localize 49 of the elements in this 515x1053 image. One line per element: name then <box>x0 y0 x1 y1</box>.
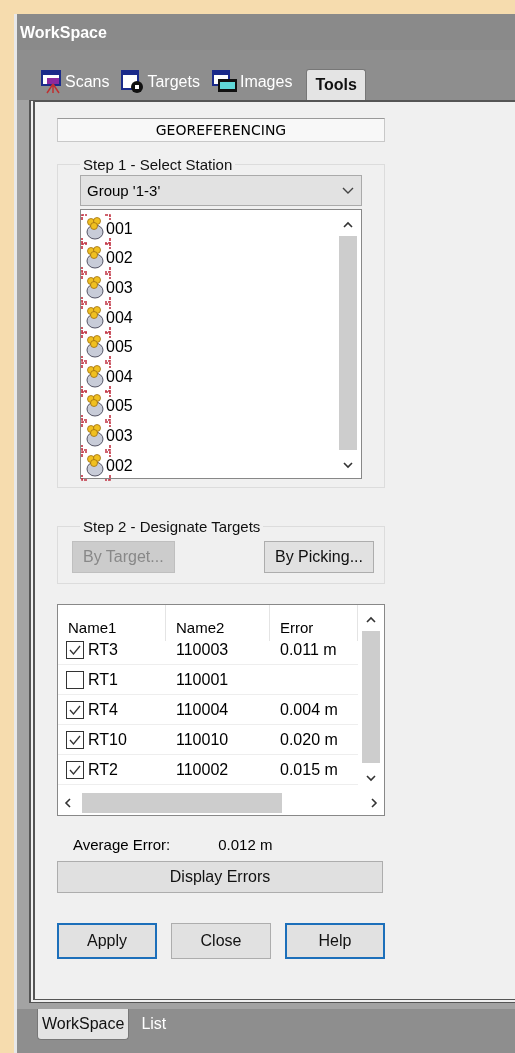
table-cell: RT2 <box>88 760 118 779</box>
group-dropdown[interactable]: Group '1-3' <box>80 175 362 206</box>
station-item[interactable]: 004 <box>106 308 133 327</box>
table-cell: RT1 <box>88 670 118 689</box>
group-title: Step 1 - Select Station <box>82 156 234 173</box>
table-cell: 0.020 m <box>280 730 338 749</box>
table-cell: 0.004 m <box>280 700 338 719</box>
average-error-value: 0.012 m <box>218 836 273 853</box>
scroll-right-icon[interactable] <box>368 796 380 810</box>
table-cell: RT3 <box>88 640 118 659</box>
window-title: WorkSpace <box>17 14 515 50</box>
station-item[interactable]: 001 <box>106 219 133 238</box>
chevron-icon <box>341 185 355 196</box>
dialog-button[interactable]: Close <box>171 923 271 959</box>
group-title: Step 2 - Designate Targets <box>82 518 262 535</box>
table-cell: RT10 <box>88 730 127 749</box>
checkbox[interactable] <box>66 700 84 719</box>
dialog-button[interactable]: Apply <box>57 923 157 959</box>
station-item[interactable]: 003 <box>106 279 133 297</box>
checkbox[interactable] <box>66 640 84 659</box>
table-cell: RT4 <box>88 700 118 719</box>
table-cell: 0.011 m <box>280 640 337 659</box>
tab[interactable]: WorkSpace <box>37 1009 130 1040</box>
display-errors-button[interactable]: Display Errors <box>57 861 383 893</box>
table-cell: 0.015 m <box>280 760 338 779</box>
station-item[interactable]: 002 <box>106 249 133 268</box>
station-item[interactable]: 003 <box>106 426 133 445</box>
station-item[interactable]: 005 <box>106 338 133 357</box>
scroll-left-icon[interactable] <box>62 796 74 810</box>
station-item[interactable]: 005 <box>106 397 133 416</box>
designate-button[interactable]: By Picking... <box>263 541 374 573</box>
target-window-icon <box>121 70 146 94</box>
column-header[interactable]: Name2 <box>166 605 270 641</box>
dialog-button[interactable]: Help <box>285 923 385 959</box>
checkbox[interactable] <box>66 670 84 689</box>
section-title: GEOREFERENCING <box>57 118 385 142</box>
station-item[interactable]: 002 <box>106 456 133 475</box>
tab[interactable]: Tools <box>306 69 366 100</box>
film-icon <box>211 70 238 94</box>
table-cell: 110002 <box>176 760 229 779</box>
checkbox[interactable] <box>66 730 84 749</box>
table-cell: 110004 <box>176 700 229 719</box>
station-item[interactable]: 004 <box>106 367 133 386</box>
table-cell: 110003 <box>176 640 229 659</box>
average-error-label: Average Error: <box>73 836 171 853</box>
table-cell: 110010 <box>176 730 229 749</box>
table-cell: 110001 <box>176 670 229 689</box>
scanner-icon <box>41 70 63 94</box>
checkbox[interactable] <box>66 760 84 779</box>
